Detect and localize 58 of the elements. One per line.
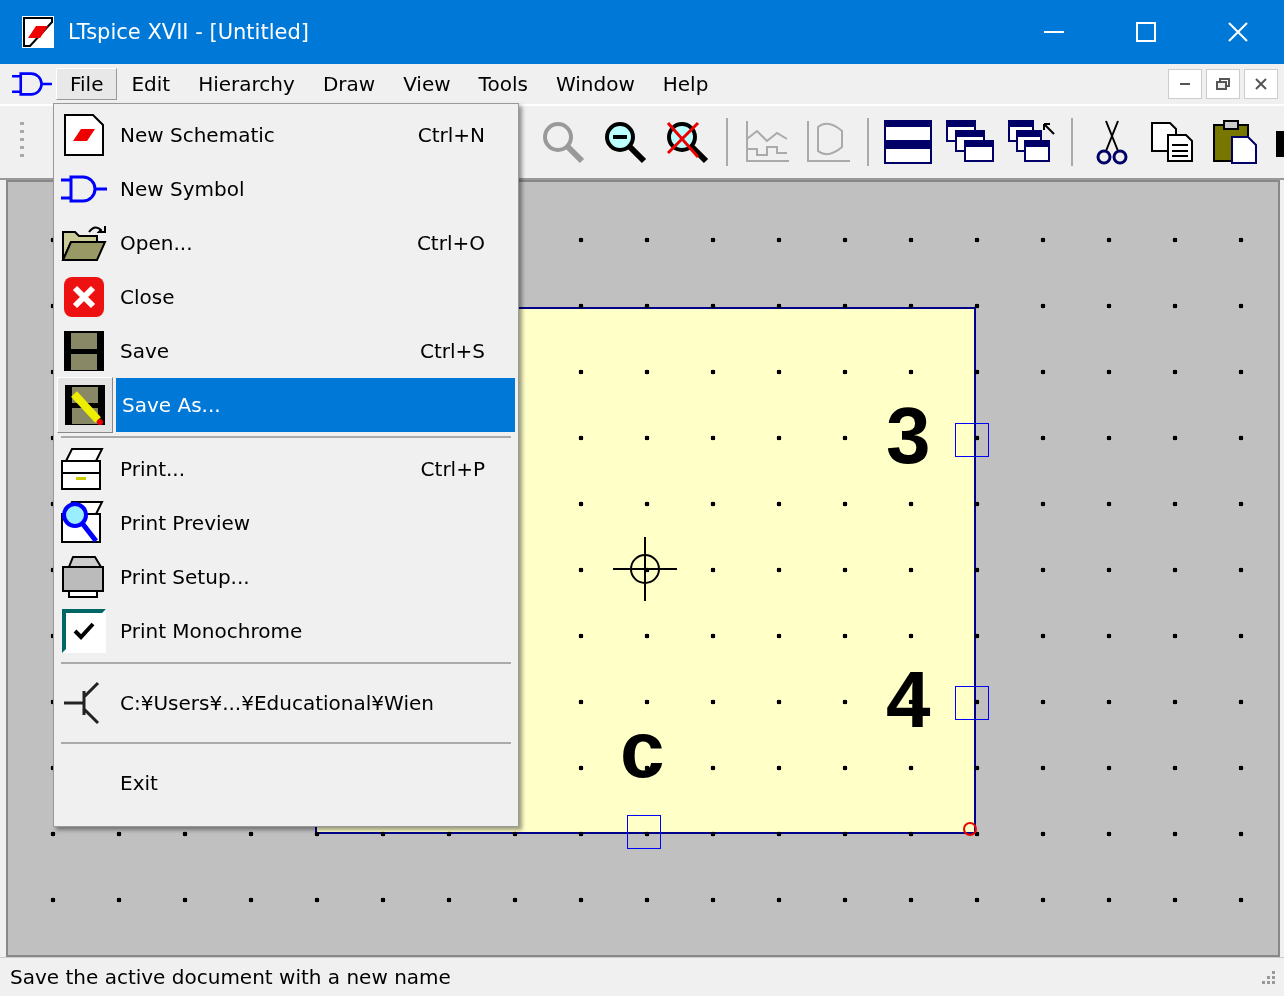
close-icon <box>1255 78 1267 90</box>
save-as-icon <box>64 384 106 426</box>
windows-cascade-icon <box>945 120 994 164</box>
menu-item[interactable]: C:¥Users¥...¥Educational¥Wien <box>114 676 515 730</box>
window-title: LTspice XVII - [Untitled] <box>68 20 309 44</box>
maximize-icon <box>1136 22 1156 42</box>
zoom-out-icon <box>602 119 648 165</box>
menu-item[interactable]: Print Setup... <box>114 550 515 604</box>
minimize-icon <box>1180 83 1190 85</box>
menu-item[interactable]: Help <box>648 68 723 100</box>
symbol-icon <box>61 174 107 204</box>
anchor-marker <box>963 822 977 836</box>
menu-item[interactable]: Tools <box>464 68 542 100</box>
menu-item[interactable]: Print Preview <box>114 496 515 550</box>
menu-item[interactable]: New Symbol <box>114 162 515 216</box>
menu-item[interactable]: Print... Ctrl+P <box>114 442 515 496</box>
menu-item[interactable]: Open... Ctrl+O <box>114 216 515 270</box>
windows-tiled-icon <box>884 120 933 164</box>
waveform-icon <box>804 119 853 165</box>
clipboard-icon <box>1212 119 1259 165</box>
restore-icon <box>1216 78 1230 90</box>
checkbox[interactable] <box>62 609 106 653</box>
magnifier-icon <box>540 119 587 165</box>
crosshair-icon <box>613 537 677 601</box>
pin-label: 4 <box>886 660 931 740</box>
menu-item[interactable]: Hierarchy <box>184 68 309 100</box>
pin-marker <box>627 815 661 849</box>
menu-item[interactable]: View <box>389 68 465 100</box>
folder-icon <box>61 224 107 262</box>
menu-item[interactable]: Save As... <box>116 378 515 432</box>
close-button[interactable] <box>1244 69 1278 99</box>
close-icon <box>1228 22 1248 42</box>
printer-icon <box>61 555 107 599</box>
close-icon <box>63 276 105 318</box>
menu-item[interactable]: Edit <box>117 68 185 100</box>
save-icon <box>63 330 105 372</box>
restore-button[interactable] <box>1206 69 1240 99</box>
symbol-icon[interactable] <box>12 71 52 97</box>
app-logo-icon <box>22 16 54 48</box>
menu-item[interactable]: Close <box>114 270 515 324</box>
schematic-file-icon <box>63 113 105 157</box>
menu-item[interactable]: Exit <box>114 756 515 810</box>
menu-item[interactable]: Save Ctrl+S <box>114 324 515 378</box>
minimize-icon <box>1044 31 1064 33</box>
pin-marker <box>955 686 989 720</box>
scissors-icon <box>1095 119 1128 165</box>
pin-label: c <box>620 710 665 790</box>
menu-item[interactable]: New Schematic Ctrl+N <box>114 108 515 162</box>
status-text: Save the active document with a new name <box>10 965 451 989</box>
windows-arrange-icon <box>1007 120 1056 164</box>
menu-item[interactable]: Draw <box>308 68 390 100</box>
pin-label: 3 <box>886 396 931 476</box>
menu-item[interactable]: Window <box>541 68 649 100</box>
checkmark-icon <box>73 622 95 640</box>
menu-item[interactable]: Print Monochrome <box>114 604 515 658</box>
pin-marker <box>955 423 989 457</box>
menu-item[interactable]: File <box>56 68 118 100</box>
resize-grip-icon[interactable] <box>1260 969 1276 985</box>
